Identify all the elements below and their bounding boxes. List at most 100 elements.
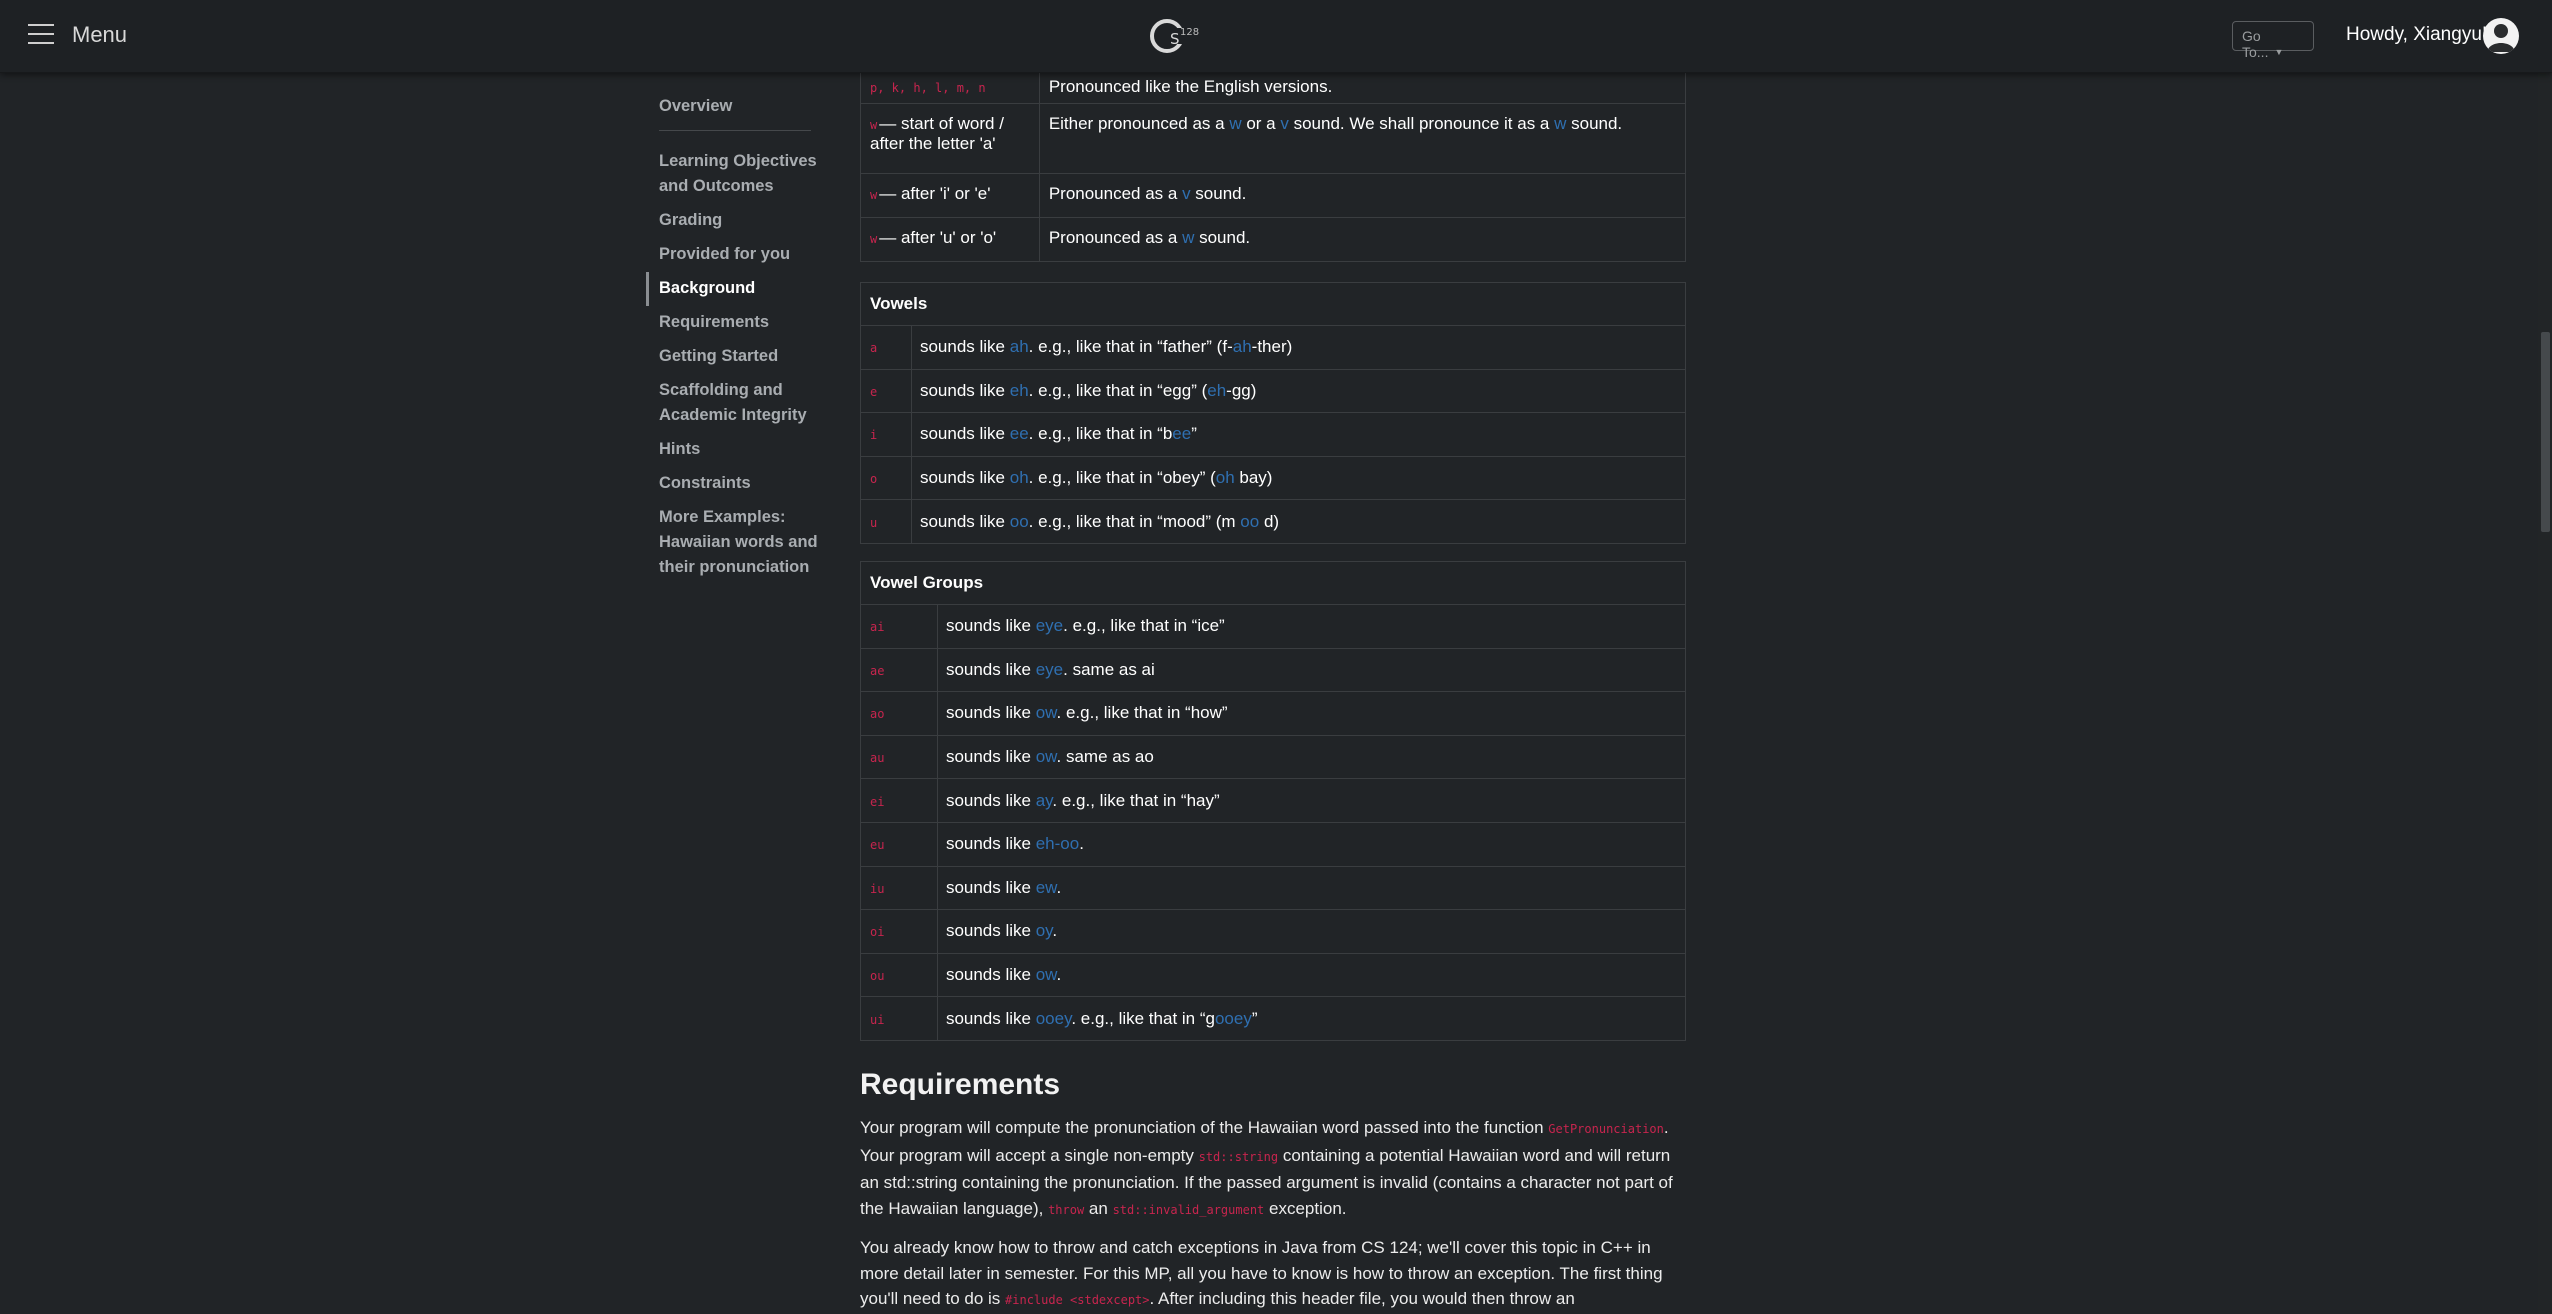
sidebar-item-more-examples-hawaiian-words-and-their-pronunciation[interactable]: More Examples: Hawaiian words and their … <box>646 501 826 585</box>
letter-rule: — start of word / after the letter 'a' <box>870 114 1004 153</box>
table-row: a sounds like ah. e.g., like that in “fat… <box>860 325 1687 370</box>
text: . e.g., like that in “g <box>1071 1008 1215 1028</box>
sidebar-item-getting-started[interactable]: Getting Started <box>646 340 826 374</box>
pronunciation-highlight: ew <box>1035 877 1057 897</box>
pronunciation-highlight: oo <box>1009 511 1029 531</box>
table-row: ou sounds like ow. <box>860 952 1687 998</box>
table-row: ae sounds like eye. same as ai <box>860 647 1687 693</box>
text: . same as ao <box>1056 747 1154 767</box>
letter-code: ui <box>870 1012 885 1027</box>
pronunciation-highlight: oh <box>1215 468 1235 488</box>
sidebar-item-scaffolding-and-academic-integrity[interactable]: Scaffolding and Academic Integrity <box>646 374 826 433</box>
letter-cell: w — after 'i' or 'e' <box>860 173 1040 218</box>
svg-text:S: S <box>1170 30 1180 48</box>
description-cell: sounds like eh-oo. <box>936 821 1687 867</box>
sidebar-item-background[interactable]: Background <box>646 272 826 306</box>
sidebar-item-hints[interactable]: Hints <box>646 433 826 467</box>
table-row: eu sounds like eh-oo. <box>860 821 1687 867</box>
text: . <box>1056 877 1062 897</box>
text: sound. <box>1190 184 1247 203</box>
text: sounds like <box>945 877 1036 897</box>
scrollbar-thumb[interactable] <box>2541 332 2550 532</box>
letter-cell: ao <box>860 691 938 736</box>
pronunciation-highlight: ah <box>1232 337 1252 357</box>
sidebar-item-overview[interactable]: Overview <box>646 90 826 124</box>
text: . <box>1056 965 1062 985</box>
pronunciation-highlight: eye <box>1035 616 1064 636</box>
pronunciation-highlight: w <box>1182 228 1195 247</box>
pronunciation-highlight: oo <box>1240 511 1260 531</box>
pronunciation-highlight: eh <box>1009 380 1029 400</box>
text: -gg) <box>1226 380 1257 400</box>
pronunciation-highlight: ow <box>1035 747 1057 767</box>
sidebar-item-constraints[interactable]: Constraints <box>646 467 826 501</box>
goto-dropdown[interactable]: Go To... ▼ <box>2232 21 2314 60</box>
text: Your program will compute the pronunciat… <box>860 1118 1549 1137</box>
description-cell: sounds like ee. e.g., like that in “bee” <box>910 412 1687 457</box>
pronunciation-highlight: ay <box>1035 790 1053 810</box>
vowels-header: Vowels <box>860 282 1686 326</box>
pronunciation-highlight: oh <box>1009 468 1029 488</box>
user-greeting[interactable]: Howdy, Xiangyu! <box>2346 24 2487 46</box>
sidebar-item-provided-for-you[interactable]: Provided for you <box>646 238 826 272</box>
table-row: iu sounds like ew. <box>860 865 1687 911</box>
letter-rule: — after 'i' or 'e' <box>879 184 991 203</box>
pronunciation-highlight: w <box>1229 114 1242 133</box>
description-cell: sounds like eh. e.g., like that in “egg”… <box>910 368 1687 414</box>
text: Pronounced as a <box>1048 228 1183 247</box>
text: ” <box>1251 1008 1258 1028</box>
requirements-paragraph-2: You already know how to throw and catch … <box>860 1235 1686 1314</box>
pronunciation-highlight: eye <box>1035 659 1064 679</box>
sidebar-item-grading[interactable]: Grading <box>646 204 826 238</box>
letter-code: p, k, h, l, m, n <box>870 81 986 95</box>
pronunciation-highlight: eh <box>1207 380 1227 400</box>
text: Pronounced like the English versions. <box>1048 77 1333 96</box>
sidebar-divider <box>659 130 811 131</box>
letter-cell: iu <box>860 865 938 911</box>
text: bay) <box>1234 468 1273 488</box>
description-cell: Either pronounced as a w or a v sound. W… <box>1038 103 1687 174</box>
description-cell: sounds like ay. e.g., like that in “hay” <box>936 778 1687 823</box>
requirements-heading: Requirements <box>860 1068 1061 1101</box>
text: . same as ai <box>1063 659 1155 679</box>
letter-code: au <box>870 751 885 766</box>
table-row: ao sounds like ow. e.g., like that in “ho… <box>860 691 1687 736</box>
pronunciation-highlight: v <box>1182 184 1191 203</box>
text: . <box>1079 834 1084 854</box>
text: ” <box>1191 424 1197 444</box>
sidebar-item-requirements[interactable]: Requirements <box>646 306 826 340</box>
letter-cell: au <box>860 734 938 780</box>
letter-rule: — after 'u' or 'o' <box>879 228 997 247</box>
letter-cell: o <box>860 455 912 501</box>
letter-cell: eu <box>860 821 938 867</box>
hamburger-menu-icon[interactable] <box>28 24 54 46</box>
description-cell: sounds like ah. e.g., like that in “fath… <box>910 325 1687 370</box>
letter-cell: i <box>860 412 912 457</box>
description-cell: sounds like ow. e.g., like that in “how” <box>936 691 1687 736</box>
letter-code: i <box>870 428 878 443</box>
page-scrollbar[interactable] <box>2538 72 2552 1314</box>
text: . e.g., like that in “how” <box>1056 703 1228 723</box>
menu-label[interactable]: Menu <box>72 22 127 48</box>
pronunciation-highlight: eh-oo <box>1035 834 1080 854</box>
table-row: ui sounds like ooey. e.g., like that in “… <box>860 996 1687 1041</box>
text: Either pronounced as a <box>1048 114 1230 133</box>
pronunciation-highlight: ee <box>1009 424 1029 444</box>
pronunciation-highlight: oy <box>1035 921 1053 941</box>
description-cell: sounds like eye. same as ai <box>936 647 1687 693</box>
letter-cell: ui <box>860 996 938 1041</box>
description-cell: sounds like eye. e.g., like that in “ice… <box>936 604 1687 649</box>
letter-cell: p, k, h, l, m, n <box>860 70 1040 104</box>
avatar-icon[interactable] <box>2483 18 2519 54</box>
letter-code: w <box>870 188 878 202</box>
sidebar-item-learning-objectives-and-outcomes[interactable]: Learning Objectives and Outcomes <box>646 145 826 204</box>
cs128-logo[interactable]: S 128 <box>1148 14 1204 58</box>
goto-label: Go To... <box>2242 28 2269 60</box>
description-cell: sounds like ooey. e.g., like that in “go… <box>936 996 1687 1041</box>
table-row: u sounds like oo. e.g., like that in “moo… <box>860 499 1687 544</box>
requirements-paragraph-1: Your program will compute the pronunciat… <box>860 1115 1686 1223</box>
letter-code: e <box>870 384 878 399</box>
letter-code: ei <box>870 794 885 809</box>
text: sounds like <box>945 1008 1036 1028</box>
letter-code: eu <box>870 838 885 853</box>
